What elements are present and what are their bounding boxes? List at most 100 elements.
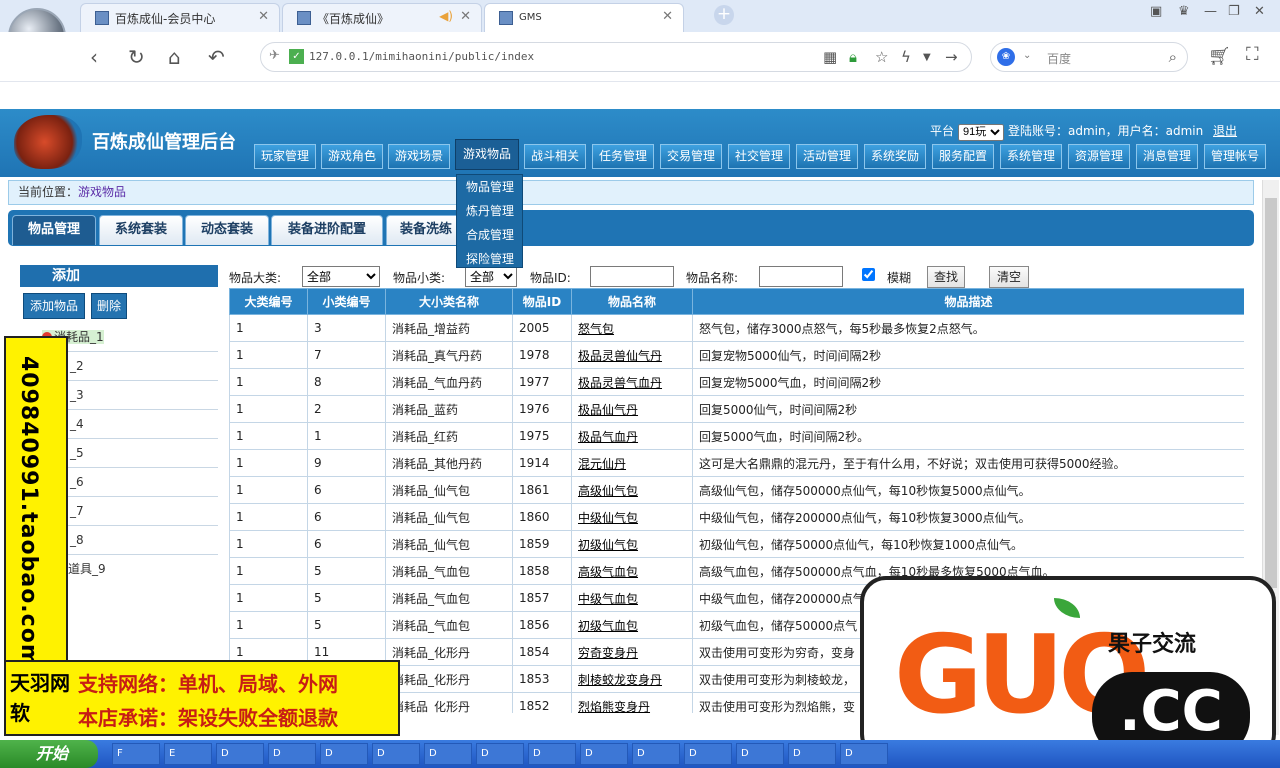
column-header[interactable]: 大小类名称 [385, 288, 513, 315]
category-select[interactable]: 全部 [302, 266, 380, 287]
new-tab-icon[interactable]: + [714, 5, 734, 25]
scrollbar-thumb[interactable] [1265, 198, 1277, 588]
menu-item-social[interactable]: 社交管理 [728, 144, 790, 169]
table-row[interactable]: 1 1 消耗品_红药 1975 极品气血丹 回复5000气血，时间间隔2秒。 [229, 422, 1244, 450]
menu-item-system[interactable]: 系统管理 [1000, 144, 1062, 169]
search-button[interactable]: 查找 [927, 266, 965, 288]
logout-link[interactable]: 退出 [1213, 124, 1237, 138]
browser-tab-0[interactable]: 百炼成仙-会员中心 ✕ [80, 3, 280, 32]
table-cell[interactable]: 初级气血包 [571, 611, 693, 639]
close-icon[interactable]: ✕ [258, 9, 269, 24]
search-box[interactable]: ❀ ⌄ 百度 ⌕ [990, 42, 1188, 72]
tab-item-manage[interactable]: 物品管理 [12, 215, 96, 245]
address-bar[interactable]: ✈ ✓ 127.0.0.1/mimihaonini/public/index ▦… [260, 42, 972, 72]
table-cell[interactable]: 极品仙气丹 [571, 395, 693, 423]
taskbar-item[interactable]: D [840, 743, 888, 765]
menu-item-battle[interactable]: 战斗相关 [524, 144, 586, 169]
go-arrow-icon[interactable]: → [945, 48, 958, 66]
table-cell[interactable]: 混元仙丹 [571, 449, 693, 477]
restore-icon[interactable]: ❐ [1228, 4, 1240, 19]
chevron-down-icon[interactable]: ▼ [923, 52, 931, 63]
table-row[interactable]: 1 8 消耗品_气血丹药 1977 极品灵兽气血丹 回复宠物5000气血，时间间隔2秒 [229, 368, 1244, 396]
reload-icon[interactable]: ↻ [128, 45, 145, 69]
menu-item-resource[interactable]: 资源管理 [1068, 144, 1130, 169]
menu-item-message[interactable]: 消息管理 [1136, 144, 1198, 169]
close-icon[interactable]: ✕ [460, 9, 471, 24]
home-icon[interactable]: ⌂ [168, 45, 181, 69]
undo-icon[interactable]: ↶ [208, 45, 225, 69]
platform-select[interactable]: 91玩 [958, 123, 1005, 141]
taskbar-item[interactable]: D [684, 743, 732, 765]
search-icon[interactable]: ⌕ [1169, 48, 1177, 66]
breadcrumb-link[interactable]: 游戏物品 [78, 185, 126, 199]
table-cell[interactable]: 中级气血包 [571, 584, 693, 612]
taskbar-item[interactable]: D [528, 743, 576, 765]
taskbar-item[interactable]: F [112, 743, 160, 765]
table-cell[interactable]: 极品灵兽气血丹 [571, 368, 693, 396]
dropdown-item-item-manage[interactable]: 物品管理 [457, 175, 522, 199]
dropdown-item-alchemy[interactable]: 炼丹管理 [457, 199, 522, 223]
search-engine-label[interactable]: 百度 [1047, 50, 1071, 67]
tab-dynamic-sets[interactable]: 动态套装 [185, 215, 269, 245]
speaker-icon[interactable]: ◀) [439, 9, 453, 23]
table-row[interactable]: 1 3 消耗品_增益药 2005 怒气包 怒气包，储存3000点怒气，每5秒最多恢复2点怒… [229, 314, 1244, 342]
url-text[interactable]: 127.0.0.1/mimihaonini/public/index [309, 50, 534, 63]
table-row[interactable]: 1 7 消耗品_真气丹药 1978 极品灵兽仙气丹 回复宠物5000仙气，时间间隔2秒 [229, 341, 1244, 369]
table-cell[interactable]: 穷奇变身丹 [571, 638, 693, 666]
minimize-icon[interactable]: — [1204, 4, 1217, 19]
table-cell[interactable]: 高级仙气包 [571, 476, 693, 504]
delete-button[interactable]: 删除 [91, 293, 127, 319]
menu-item-task[interactable]: 任务管理 [592, 144, 654, 169]
menu-item-activity[interactable]: 活动管理 [796, 144, 858, 169]
dropdown-item-explore[interactable]: 探险管理 [457, 247, 522, 271]
column-header[interactable]: 物品描述 [692, 288, 1244, 315]
menu-item-service[interactable]: 服务配置 [932, 144, 994, 169]
taskbar-item[interactable]: D [788, 743, 836, 765]
start-button[interactable]: 开始 [0, 740, 98, 768]
add-item-button[interactable]: 添加物品 [23, 293, 85, 319]
browser-tab-1[interactable]: 《百炼成仙》 ◀) ✕ [282, 3, 482, 32]
menu-item-player[interactable]: 玩家管理 [254, 144, 316, 169]
column-header[interactable]: 物品名称 [571, 288, 693, 315]
menu-icon[interactable]: ▣ [1150, 4, 1162, 19]
column-header[interactable]: 物品ID [512, 288, 572, 315]
table-cell[interactable]: 刺棱蛟龙变身丹 [571, 665, 693, 693]
column-header[interactable]: 大类编号 [229, 288, 308, 315]
close-window-icon[interactable]: ✕ [1254, 4, 1265, 19]
close-icon[interactable]: ✕ [662, 9, 673, 24]
lock-icon[interactable]: 🔒︎ [849, 48, 857, 66]
taskbar-item[interactable]: D [580, 743, 628, 765]
skin-icon[interactable]: ♛ [1178, 4, 1190, 19]
item-name-input[interactable] [759, 266, 843, 287]
table-row[interactable]: 1 6 消耗品_仙气包 1861 高级仙气包 高级仙气包，储存500000点仙气，每10秒… [229, 476, 1244, 504]
dropdown-item-synthesis[interactable]: 合成管理 [457, 223, 522, 247]
back-icon[interactable]: ‹ [90, 45, 98, 69]
menu-item-role[interactable]: 游戏角色 [321, 144, 383, 169]
baidu-paw-icon[interactable]: ❀ [997, 48, 1015, 66]
table-cell[interactable]: 极品气血丹 [571, 422, 693, 450]
browser-tab-2[interactable]: GMS ✕ [484, 3, 684, 32]
cart-icon[interactable]: 🛒︎ [1208, 46, 1231, 67]
taskbar-item[interactable]: D [476, 743, 524, 765]
table-cell[interactable]: 中级仙气包 [571, 503, 693, 531]
star-icon[interactable]: ☆ [875, 48, 888, 66]
taskbar-item[interactable]: E [164, 743, 212, 765]
tab-system-sets[interactable]: 系统套装 [99, 215, 183, 245]
table-row[interactable]: 1 6 消耗品_仙气包 1860 中级仙气包 中级仙气包，储存200000点仙气，每10秒… [229, 503, 1244, 531]
item-id-input[interactable] [590, 266, 674, 287]
lightning-icon[interactable]: ϟ [901, 48, 911, 66]
table-row[interactable]: 1 6 消耗品_仙气包 1859 初级仙气包 初级仙气包，储存50000点仙气，每10秒恢… [229, 530, 1244, 558]
menu-item-items[interactable]: 游戏物品 [455, 139, 519, 170]
menu-item-reward[interactable]: 系统奖励 [864, 144, 926, 169]
clear-button[interactable]: 清空 [989, 266, 1029, 288]
taskbar-item[interactable]: D [736, 743, 784, 765]
table-cell[interactable]: 高级气血包 [571, 557, 693, 585]
fullscreen-icon[interactable]: ⛶ [1246, 44, 1259, 65]
tab-equip-advance[interactable]: 装备进阶配置 [271, 215, 383, 245]
table-cell[interactable]: 初级仙气包 [571, 530, 693, 558]
fuzzy-checkbox[interactable] [862, 268, 875, 281]
menu-item-trade[interactable]: 交易管理 [660, 144, 722, 169]
menu-item-account[interactable]: 管理帐号 [1204, 144, 1266, 169]
table-cell[interactable]: 烈焰熊变身丹 [571, 692, 693, 713]
taskbar-item[interactable]: D [320, 743, 368, 765]
